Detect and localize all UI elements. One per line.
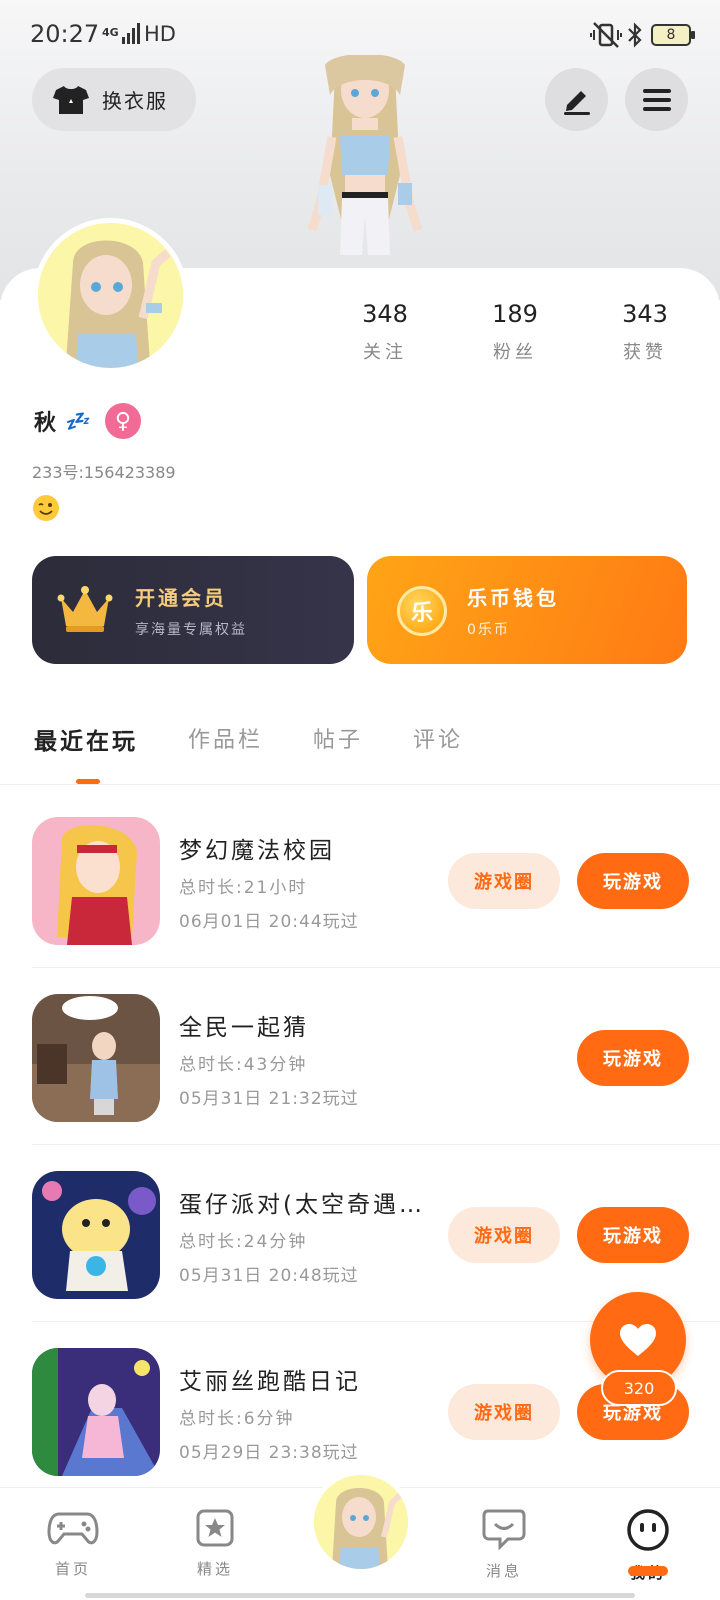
stat-likes-count: 343 [622, 300, 668, 328]
bluetooth-icon [628, 22, 642, 48]
nav-avatar-image [314, 1475, 408, 1569]
game-last-played: 05月29日 23:38玩过 [179, 1443, 359, 1463]
profile-stats: 348 关注 189 粉丝 343 获赞 [330, 300, 700, 364]
gamepad-icon [47, 1512, 99, 1545]
network-type: 4G [102, 26, 119, 39]
user-name: 秋 [34, 411, 57, 436]
stat-followers-count: 189 [492, 300, 538, 328]
stat-followers-label: 粉丝 [493, 342, 537, 363]
tab-recently-played[interactable]: 最近在玩 [34, 722, 138, 756]
female-icon: ♀ [104, 403, 141, 439]
signal-icon [122, 23, 140, 44]
wallet-balance: 0乐币 [467, 622, 510, 638]
hd-indicator: HD [144, 22, 176, 46]
hamburger-menu-icon [642, 88, 671, 111]
nav-home[interactable]: 首页 [28, 1508, 118, 1579]
like-count-badge: 320 [601, 1370, 677, 1406]
chat-bubble-icon [482, 1509, 526, 1551]
avatar-image [38, 223, 183, 368]
coin-icon: 乐 [397, 586, 447, 636]
coin-wallet-card[interactable]: 乐 乐币钱包 0乐币 [367, 556, 687, 664]
smiley-face-icon [627, 1509, 669, 1551]
crown-icon [57, 586, 113, 632]
vibrate-mute-icon [590, 22, 622, 48]
menu-button[interactable] [625, 68, 688, 131]
game-duration: 总时长:24分钟 [179, 1232, 308, 1252]
game-last-played: 05月31日 20:48玩过 [179, 1266, 359, 1286]
system-home-indicator [85, 1593, 635, 1598]
tab-works[interactable]: 作品栏 [188, 722, 263, 756]
game-icon-eggy-party [32, 1171, 160, 1299]
game-circle-button[interactable]: 游戏圈 [448, 853, 560, 909]
tab-posts[interactable]: 帖子 [313, 722, 363, 756]
change-outfit-button[interactable]: 换衣服 [32, 68, 196, 131]
game-duration: 总时长:21小时 [179, 878, 308, 898]
game-duration: 总时长:43分钟 [179, 1055, 308, 1075]
stat-following-label: 关注 [363, 342, 407, 363]
vip-title: 开通会员 [135, 586, 227, 610]
edit-profile-button[interactable] [545, 68, 608, 131]
battery-icon: 8 [651, 24, 695, 46]
nav-messages-label: 消息 [485, 1562, 522, 1580]
game-last-played: 06月01日 20:44玩过 [179, 912, 359, 932]
game-icon-guess-together [32, 994, 160, 1122]
sleeping-emoji: 💤 [64, 409, 89, 433]
game-circle-button[interactable]: 游戏圈 [448, 1207, 560, 1263]
pencil-icon [563, 90, 590, 115]
list-divider [32, 967, 720, 968]
tabs-divider [0, 784, 720, 785]
game-title: 梦幻魔法校园 [179, 838, 335, 864]
vip-membership-card[interactable]: 开通会员 享海量专属权益 [32, 556, 354, 664]
stat-following-count: 348 [362, 300, 408, 328]
game-title: 蛋仔派对(太空奇遇… [179, 1192, 425, 1218]
name-row: 秋 💤 ♀ [34, 403, 141, 439]
list-item[interactable]: 全民一起猜 总时长:43分钟 05月31日 21:32玩过 玩游戏 [0, 994, 720, 1171]
user-id: 233号:156423389 [32, 463, 176, 482]
game-title: 艾丽丝跑酷日记 [179, 1369, 361, 1395]
play-game-button[interactable]: 玩游戏 [577, 1030, 689, 1086]
change-outfit-label: 换衣服 [102, 89, 168, 113]
game-last-played: 05月31日 21:32玩过 [179, 1089, 359, 1109]
nav-featured-label: 精选 [196, 1560, 233, 1578]
game-icon-magic-campus [32, 817, 160, 945]
shirt-icon [53, 85, 89, 114]
nav-avatar-button[interactable] [309, 1470, 413, 1574]
avatar[interactable] [33, 218, 188, 373]
active-nav-indicator [628, 1566, 668, 1576]
nav-messages[interactable]: 消息 [459, 1508, 549, 1581]
status-time: 20:27 [30, 20, 100, 48]
game-circle-button[interactable]: 游戏圈 [448, 1384, 560, 1440]
list-item[interactable]: 梦幻魔法校园 总时长:21小时 06月01日 20:44玩过 游戏圈 玩游戏 [0, 817, 720, 994]
stat-likes[interactable]: 343 获赞 [590, 300, 700, 364]
nav-featured[interactable]: 精选 [170, 1508, 260, 1579]
game-title: 全民一起猜 [179, 1015, 309, 1041]
tab-comments[interactable]: 评论 [413, 722, 463, 756]
nav-home-label: 首页 [54, 1560, 91, 1578]
stat-followers[interactable]: 189 粉丝 [460, 300, 570, 364]
heart-icon [620, 1324, 656, 1356]
wink-emoji-icon [33, 495, 59, 521]
star-badge-icon [196, 1509, 234, 1547]
play-game-button[interactable]: 玩游戏 [577, 1207, 689, 1263]
game-icon-alice-parkour [32, 1348, 160, 1476]
game-duration: 总时长:6分钟 [179, 1409, 295, 1429]
avatar-character-image [307, 55, 423, 255]
stat-following[interactable]: 348 关注 [330, 300, 440, 364]
wallet-title: 乐币钱包 [467, 586, 559, 610]
list-divider [32, 1144, 720, 1145]
vip-subtitle: 享海量专属权益 [135, 622, 247, 638]
profile-tabs: 最近在玩 作品栏 帖子 评论 [34, 722, 463, 756]
play-game-button[interactable]: 玩游戏 [577, 853, 689, 909]
stat-likes-label: 获赞 [623, 342, 667, 363]
